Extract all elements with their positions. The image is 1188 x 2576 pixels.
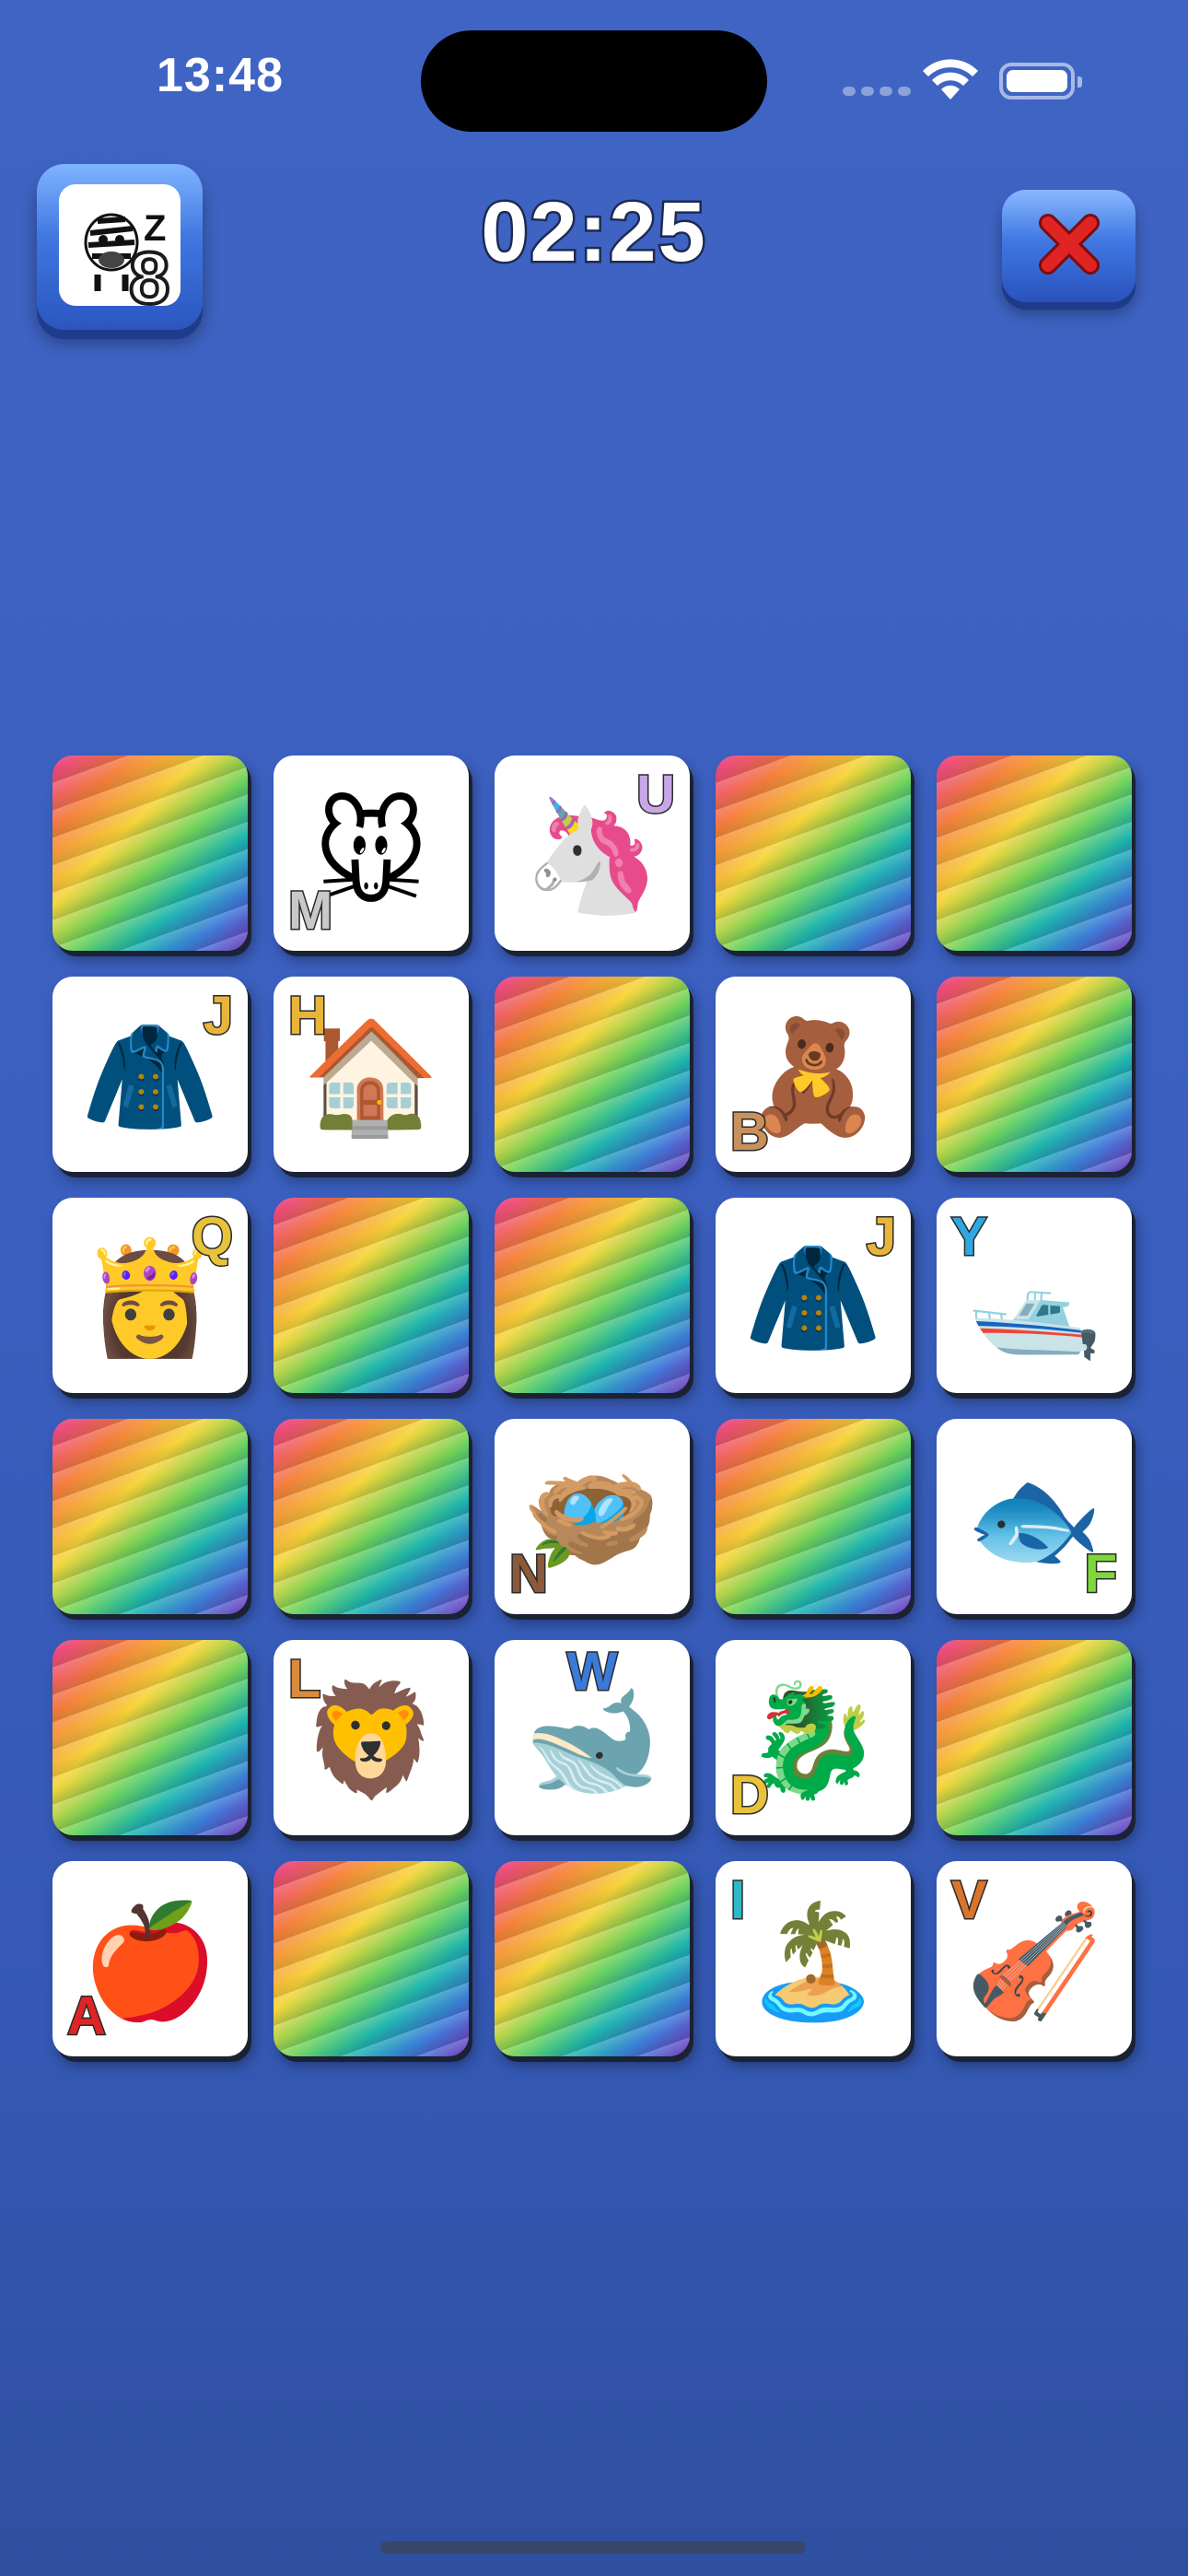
card-hidden[interactable]: [937, 755, 1132, 951]
card-hidden[interactable]: [937, 977, 1132, 1172]
card-hidden[interactable]: [52, 1640, 248, 1835]
card-nest[interactable]: 🪺 N: [495, 1419, 690, 1614]
card-jacket[interactable]: 🧥 J: [716, 1198, 911, 1393]
card-letter: M: [286, 881, 333, 941]
card-dragon[interactable]: 🐉 D: [716, 1640, 911, 1835]
card-hidden[interactable]: [495, 1861, 690, 2056]
card-hidden[interactable]: [274, 1419, 469, 1614]
card-whale[interactable]: 🐋 W: [495, 1640, 690, 1835]
card-letter: F: [1083, 1544, 1118, 1604]
card-hidden[interactable]: [937, 1640, 1132, 1835]
card-letter: W: [565, 1642, 619, 1702]
card-bear[interactable]: 🧸 B: [716, 977, 911, 1172]
fish-icon: 🐟: [965, 1456, 1103, 1585]
island-icon: 🏝️: [744, 1898, 882, 2027]
card-hidden[interactable]: [274, 1198, 469, 1393]
card-letter: Q: [190, 1207, 234, 1267]
card-violin[interactable]: 🎻 V: [937, 1861, 1132, 2056]
card-letter: I: [728, 1870, 746, 1930]
card-letter: V: [950, 1870, 989, 1930]
card-mouse[interactable]: 🐭 M: [274, 755, 469, 951]
card-letter: N: [508, 1544, 550, 1604]
whale-icon: 🐋: [523, 1677, 661, 1806]
close-icon: [1039, 214, 1100, 275]
battery-icon: [999, 63, 1082, 100]
card-hidden[interactable]: [716, 1419, 911, 1614]
card-fish[interactable]: 🐟 F: [937, 1419, 1132, 1614]
card-hidden[interactable]: [495, 977, 690, 1172]
jacket-icon: 🧥: [81, 1013, 219, 1142]
card-letter: L: [286, 1649, 321, 1709]
card-letter: H: [287, 986, 329, 1046]
card-unicorn[interactable]: 🦄 U: [495, 755, 690, 951]
card-jacket[interactable]: 🧥 J: [52, 977, 248, 1172]
memory-card-grid: 🐭 M 🦄 U 🧥 J 🏠 H 🧸 B 👸 Q 🧥 J 🛥️ Y 🪺 N 🐟 F 🦁 L 🐋 W 🐉 D 🍎 A 🏝️ I 🎻 V: [52, 755, 1132, 2056]
card-letter: J: [202, 986, 234, 1046]
card-letter: B: [729, 1102, 771, 1162]
dynamic-island: [421, 30, 767, 132]
card-lion[interactable]: 🦁 L: [274, 1640, 469, 1835]
status-time: 13:48: [157, 49, 284, 102]
card-hidden[interactable]: [495, 1198, 690, 1393]
card-hidden[interactable]: [52, 1419, 248, 1614]
card-queen[interactable]: 👸 Q: [52, 1198, 248, 1393]
wifi-icon: [921, 57, 980, 105]
card-island[interactable]: 🏝️ I: [716, 1861, 911, 2056]
card-letter: U: [635, 765, 677, 825]
lion-icon: 🦁: [302, 1677, 440, 1806]
card-letter: Y: [950, 1207, 989, 1267]
card-hidden[interactable]: [274, 1861, 469, 2056]
card-apple[interactable]: 🍎 A: [52, 1861, 248, 2056]
card-letter: J: [865, 1207, 897, 1267]
card-yacht[interactable]: 🛥️ Y: [937, 1198, 1132, 1393]
card-letter: A: [66, 1986, 108, 2046]
card-house[interactable]: 🏠 H: [274, 977, 469, 1172]
jacket-icon: 🧥: [744, 1235, 882, 1364]
card-letter: D: [729, 1765, 771, 1825]
card-hidden[interactable]: [716, 755, 911, 951]
close-button[interactable]: [1002, 190, 1136, 302]
card-hidden[interactable]: [52, 755, 248, 951]
home-indicator[interactable]: [380, 2541, 806, 2554]
